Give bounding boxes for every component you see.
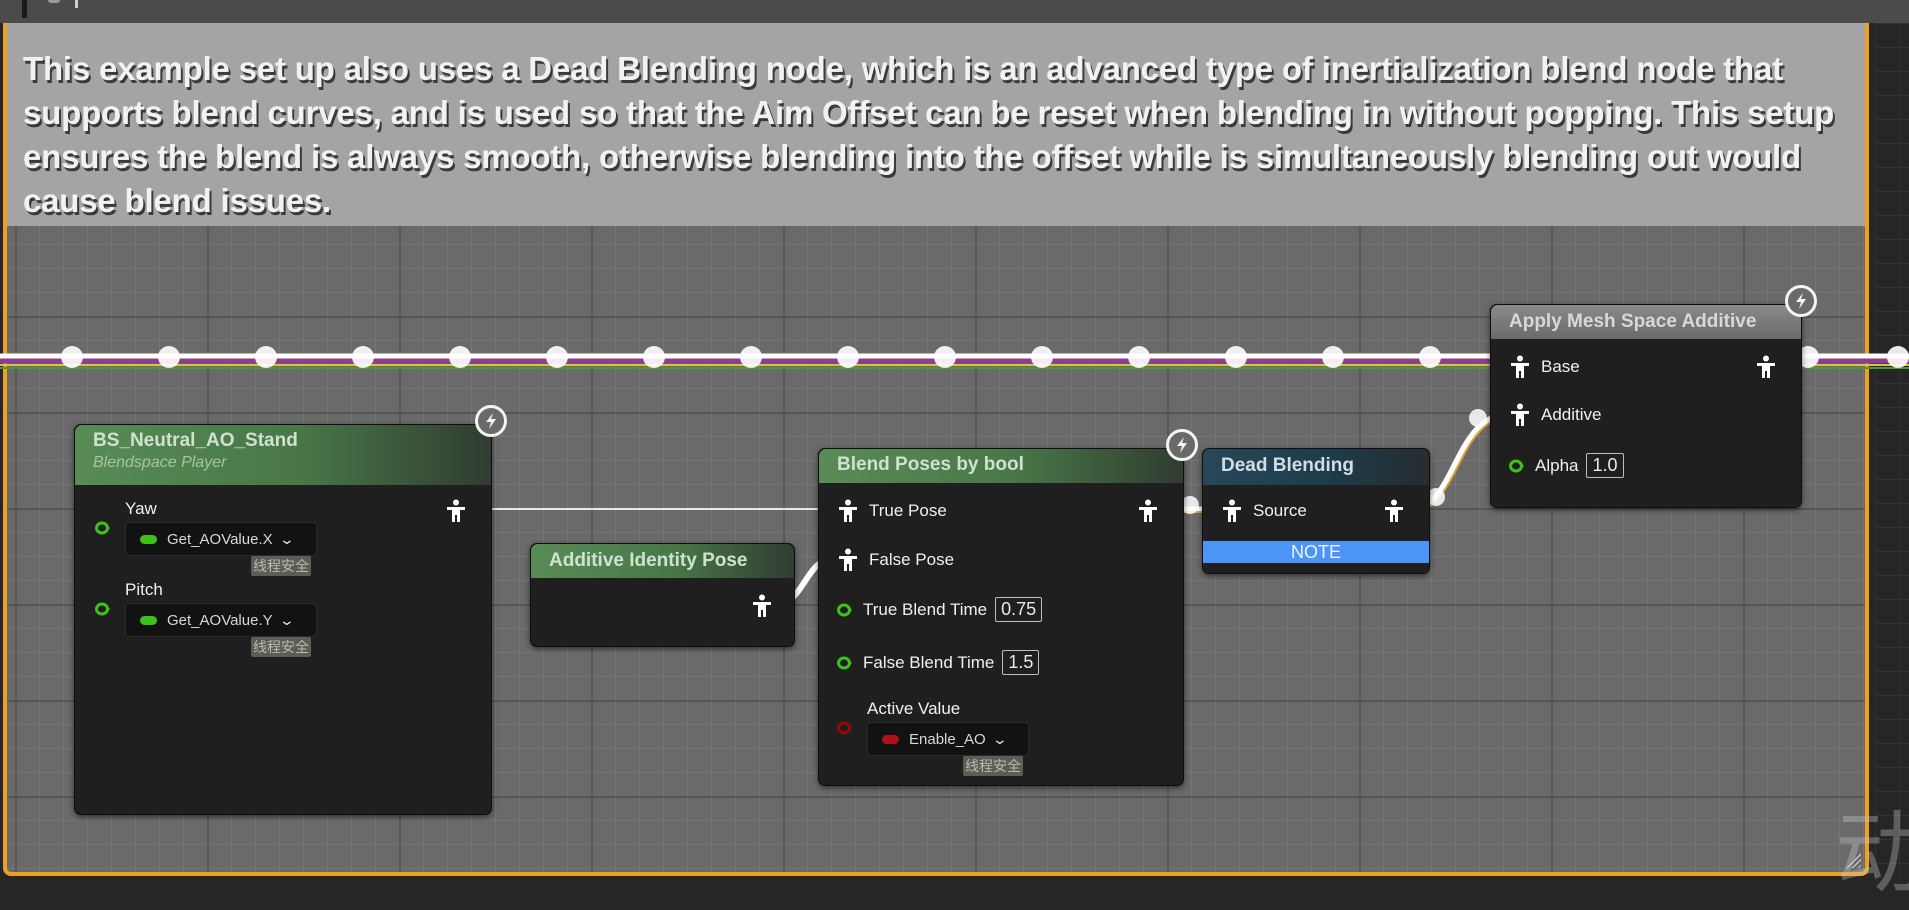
- pin-true-pose[interactable]: True Pose: [839, 499, 947, 523]
- pin-true-blend-time[interactable]: True Blend Time 0.75: [837, 597, 1043, 622]
- pose-pin-icon[interactable]: [1511, 355, 1529, 379]
- toolbar-glyph: [75, 0, 78, 8]
- pin-label: Source: [1253, 501, 1307, 520]
- pin-alpha[interactable]: Alpha 1.0: [1509, 453, 1624, 478]
- pin-label: False Blend Time: [863, 652, 995, 672]
- chevron-down-icon: ⌄: [278, 611, 295, 628]
- node-apply-mesh-space-additive[interactable]: Apply Mesh Space Additive Base Additive …: [1490, 304, 1802, 508]
- graph-background: [1875, 23, 1909, 895]
- lightning-bolt-icon: [475, 405, 507, 437]
- float-type-pill: [140, 615, 157, 625]
- pin-label: Active Value: [867, 699, 961, 718]
- pose-output-icon[interactable]: [1139, 499, 1157, 523]
- pin-label: Alpha: [1535, 455, 1579, 475]
- float-pin-icon[interactable]: [837, 603, 853, 617]
- float-pin-icon[interactable]: [95, 521, 111, 535]
- float-pin-icon[interactable]: [837, 656, 853, 670]
- node-title: Additive Identity Pose: [549, 550, 748, 571]
- pin-label: Yaw: [125, 499, 157, 518]
- pin-label: Additive: [1541, 405, 1602, 424]
- pin-label: False Pose: [869, 550, 955, 569]
- note-bar: NOTE: [1203, 541, 1429, 563]
- pin-source[interactable]: Source: [1223, 499, 1307, 523]
- node-header[interactable]: Additive Identity Pose: [531, 544, 794, 578]
- pin-false-pose[interactable]: False Pose: [839, 548, 954, 572]
- float-type-pill: [140, 534, 157, 544]
- pin-label: True Blend Time: [863, 599, 988, 619]
- node-title: Dead Blending: [1221, 455, 1355, 476]
- pose-output-icon[interactable]: [1385, 499, 1403, 523]
- node-title: BS_Neutral_AO_Stand: [93, 430, 298, 451]
- false-blend-time-input[interactable]: 1.5: [1002, 650, 1040, 675]
- dropdown-value: Get_AOValue.Y: [167, 611, 273, 629]
- pose-pin-icon[interactable]: [839, 499, 857, 523]
- pose-output-icon[interactable]: [1757, 355, 1775, 379]
- node-header[interactable]: Blend Poses by bool: [819, 449, 1183, 483]
- node-dead-blending[interactable]: Dead Blending Source NOTE: [1202, 448, 1430, 574]
- chevron-down-icon: ⌄: [991, 730, 1008, 747]
- node-blend-poses-by-bool[interactable]: Blend Poses by bool True Pose False Pose…: [818, 448, 1184, 786]
- pitch-binding-dropdown[interactable]: Get_AOValue.Y ⌄: [125, 603, 317, 637]
- pose-pin-icon[interactable]: [1223, 499, 1241, 523]
- pin-yaw[interactable]: Yaw: [125, 499, 157, 519]
- pose-pin-icon[interactable]: [839, 548, 857, 572]
- node-subtitle: Blendspace Player: [93, 454, 227, 471]
- node-header[interactable]: BS_Neutral_AO_Stand Blendspace Player: [75, 425, 491, 485]
- active-value-binding-dropdown[interactable]: Enable_AO ⌄: [867, 722, 1029, 756]
- node-header[interactable]: Dead Blending: [1203, 449, 1429, 485]
- pose-pin-icon[interactable]: [1511, 403, 1529, 427]
- pin-label: Pitch: [125, 580, 163, 599]
- yaw-binding-dropdown[interactable]: Get_AOValue.X ⌄: [125, 522, 317, 556]
- pin-pitch[interactable]: Pitch: [125, 580, 163, 600]
- node-blendspace-player[interactable]: BS_Neutral_AO_Stand Blendspace Player Ya…: [74, 424, 492, 815]
- dropdown-value: Enable_AO: [909, 730, 986, 748]
- graph-background-bottom: [0, 880, 1909, 895]
- thread-safe-badge: 线程安全: [251, 556, 311, 576]
- float-pin-icon[interactable]: [1509, 459, 1525, 473]
- node-title: Apply Mesh Space Additive: [1509, 311, 1757, 332]
- pose-output-icon[interactable]: [753, 594, 771, 618]
- float-pin-icon[interactable]: [95, 602, 111, 616]
- bool-pin-icon[interactable]: [837, 721, 853, 735]
- node-header[interactable]: Apply Mesh Space Additive: [1491, 305, 1801, 339]
- pin-base[interactable]: Base: [1511, 355, 1580, 379]
- thread-safe-badge: 线程安全: [963, 756, 1023, 776]
- pin-label: Base: [1541, 357, 1580, 376]
- lightning-bolt-icon: [1785, 285, 1817, 317]
- alpha-input[interactable]: 1.0: [1586, 453, 1624, 478]
- dropdown-value: Get_AOValue.X: [167, 530, 273, 548]
- pin-false-blend-time[interactable]: False Blend Time 1.5: [837, 650, 1040, 675]
- bool-type-pill: [882, 734, 899, 744]
- pose-output-icon[interactable]: [447, 499, 465, 523]
- comment-header[interactable]: This example set up also uses a Dead Ble…: [7, 23, 1865, 226]
- pin-label: True Pose: [869, 501, 947, 520]
- lightning-bolt-icon: [1166, 429, 1198, 461]
- toolbar-glyph: [48, 0, 60, 3]
- chevron-down-icon: ⌄: [278, 530, 295, 547]
- thread-safe-badge: 线程安全: [251, 637, 311, 657]
- node-additive-identity-pose[interactable]: Additive Identity Pose: [530, 543, 795, 647]
- node-title: Blend Poses by bool: [837, 454, 1024, 475]
- pin-additive[interactable]: Additive: [1511, 403, 1601, 427]
- toolbar-marker: [22, 0, 27, 18]
- comment-text: This example set up also uses a Dead Ble…: [23, 50, 1835, 219]
- pin-active-value[interactable]: Active Value: [867, 699, 960, 719]
- watermark-glyph: 动: [1835, 801, 1909, 906]
- top-toolbar: [0, 0, 1909, 23]
- true-blend-time-input[interactable]: 0.75: [995, 597, 1043, 622]
